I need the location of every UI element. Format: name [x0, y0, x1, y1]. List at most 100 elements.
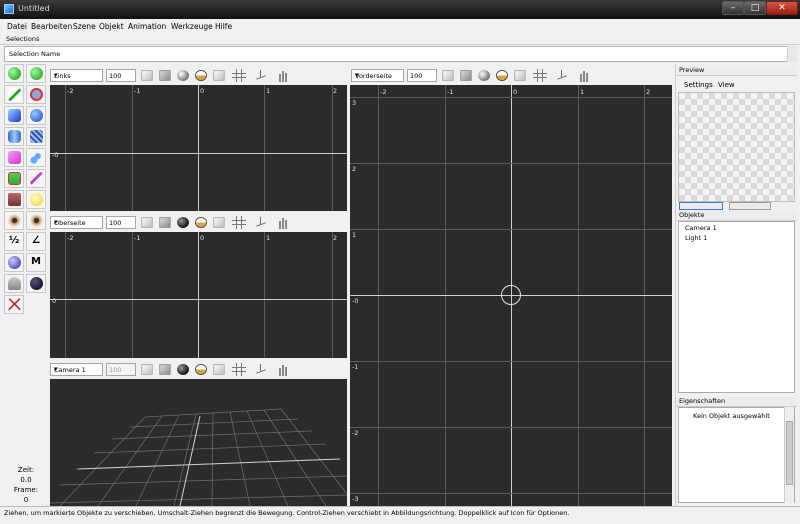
menu-objekt[interactable]: Objekt	[99, 22, 124, 31]
stats-icon[interactable]	[577, 69, 591, 82]
smooth-sphere-icon[interactable]	[478, 69, 490, 82]
x-tick: -1	[134, 87, 141, 95]
top-viewport[interactable]: -2 -1 0 1 2 0	[50, 232, 347, 358]
rotate-icon[interactable]	[26, 85, 46, 104]
scroll-thumb[interactable]	[786, 421, 793, 485]
axes-toggle-icon[interactable]	[254, 69, 268, 82]
fraction-icon[interactable]: ½	[4, 232, 24, 251]
selections-bar: Selections	[0, 33, 800, 45]
left-view-zoom[interactable]: 100	[106, 69, 136, 82]
list-item[interactable]: Light 1	[685, 234, 707, 242]
tab-settings[interactable]: Settings	[684, 81, 713, 89]
light-bulb-icon[interactable]	[26, 190, 46, 209]
preview-button-1[interactable]	[679, 202, 723, 210]
m-icon[interactable]: M	[26, 253, 46, 272]
menu-bearbeiten[interactable]: Bearbeiten	[31, 22, 72, 31]
grid-toggle-icon[interactable]	[533, 69, 547, 82]
dark-object-icon[interactable]	[26, 274, 46, 293]
y-tick: 2	[352, 165, 357, 173]
properties-panel: Kein Objekt ausgewählt	[678, 407, 795, 503]
cylinder-icon[interactable]	[4, 127, 24, 146]
eye-icon[interactable]	[4, 211, 24, 230]
grid-toggle-icon[interactable]	[232, 363, 246, 376]
x-tick: 2	[333, 234, 338, 242]
camera-view-select[interactable]: Camera 1 ▾	[50, 363, 103, 376]
list-item[interactable]: Camera 1	[685, 224, 717, 232]
front-viewport[interactable]: -2 -1 0 1 2 3 2 1 -0 -1 -2 -3	[350, 85, 672, 506]
time-panel: Zeit: 0.0 Frame: 0	[4, 466, 48, 506]
wireframe-cube-icon[interactable]	[141, 70, 153, 81]
textured-sphere-icon[interactable]	[195, 363, 207, 376]
pipette-icon[interactable]	[4, 85, 24, 104]
zeit-value[interactable]: 0.0	[4, 476, 48, 486]
textured-sphere-icon[interactable]	[195, 69, 207, 82]
preview-header: Preview	[676, 66, 797, 76]
selection-name-field[interactable]: Selection Name	[4, 46, 794, 62]
flat-cube-icon[interactable]	[159, 70, 171, 81]
selection-scrollbar[interactable]	[787, 46, 797, 62]
top-view-zoom[interactable]: 100	[106, 216, 136, 229]
flat-cube-icon[interactable]	[159, 364, 171, 375]
left-view-select[interactable]: Links ▾	[50, 69, 103, 82]
transparent-cube-icon[interactable]	[213, 217, 225, 228]
camera-viewport[interactable]	[50, 379, 347, 506]
smooth-sphere-icon[interactable]	[177, 216, 189, 229]
menu-szene[interactable]: Szene	[73, 22, 96, 31]
stats-icon[interactable]	[276, 363, 290, 376]
smooth-sphere-icon[interactable]	[177, 363, 189, 376]
preview-button-2[interactable]	[729, 202, 771, 210]
status-bar: Ziehen, um markierte Objekte zu verschie…	[0, 506, 800, 524]
person-icon[interactable]	[4, 274, 24, 293]
axes-toggle-icon[interactable]	[254, 363, 268, 376]
textured-sphere-icon[interactable]	[496, 69, 508, 82]
camera-view-toolbar: Camera 1 ▾ 100	[50, 361, 347, 378]
light-object-marker[interactable]	[501, 285, 521, 305]
spline-icon[interactable]	[26, 169, 46, 188]
wireframe-cube-icon[interactable]	[141, 364, 153, 375]
green-sphere-add-icon[interactable]	[26, 64, 46, 83]
flat-cube-icon[interactable]	[159, 217, 171, 228]
menu-datei[interactable]: Datei	[7, 22, 27, 31]
drops-icon[interactable]	[26, 148, 46, 167]
transparent-cube-icon[interactable]	[514, 70, 526, 81]
axes-toggle-icon[interactable]	[555, 69, 569, 82]
front-view-zoom[interactable]: 100	[407, 69, 437, 82]
camera-view-zoom: 100	[106, 363, 136, 376]
stats-icon[interactable]	[276, 69, 290, 82]
flat-cube-icon[interactable]	[460, 70, 472, 81]
tab-view[interactable]: View	[718, 81, 735, 89]
camera-icon[interactable]	[4, 190, 24, 209]
maximize-button[interactable]: □	[744, 1, 766, 15]
image-icon[interactable]	[4, 169, 24, 188]
angle-icon[interactable]: ∠	[26, 232, 46, 251]
left-viewport[interactable]: -2 -1 0 1 2 -0	[50, 85, 347, 211]
objects-header: Objekte	[676, 211, 797, 221]
blue-cube-icon[interactable]	[4, 106, 24, 125]
wireframe-cube-icon[interactable]	[442, 70, 454, 81]
close-button[interactable]: ✕	[766, 1, 798, 15]
pink-cube-icon[interactable]	[4, 148, 24, 167]
grid-icon[interactable]	[26, 127, 46, 146]
eye-select-icon[interactable]	[26, 211, 46, 230]
front-view-select[interactable]: Vorderseite ▾	[351, 69, 404, 82]
pyramid-icon[interactable]	[4, 295, 24, 314]
minimize-button[interactable]: –	[722, 1, 744, 15]
top-view-select[interactable]: Oberseite ▾	[50, 216, 103, 229]
properties-scrollbar[interactable]	[784, 407, 794, 503]
smooth-sphere-icon[interactable]	[177, 69, 189, 82]
frame-value[interactable]: 0	[4, 496, 48, 506]
menu-hilfe[interactable]: Hilfe	[215, 22, 232, 31]
green-sphere-icon[interactable]	[4, 64, 24, 83]
material-sphere-icon[interactable]	[4, 253, 24, 272]
textured-sphere-icon[interactable]	[195, 216, 207, 229]
stats-icon[interactable]	[276, 216, 290, 229]
transparent-cube-icon[interactable]	[213, 364, 225, 375]
transparent-cube-icon[interactable]	[213, 70, 225, 81]
blue-sphere-icon[interactable]	[26, 106, 46, 125]
axes-toggle-icon[interactable]	[254, 216, 268, 229]
wireframe-cube-icon[interactable]	[141, 217, 153, 228]
menu-animation[interactable]: Animation	[128, 22, 166, 31]
menu-werkzeuge[interactable]: Werkzeuge	[171, 22, 213, 31]
grid-toggle-icon[interactable]	[232, 216, 246, 229]
grid-toggle-icon[interactable]	[232, 69, 246, 82]
